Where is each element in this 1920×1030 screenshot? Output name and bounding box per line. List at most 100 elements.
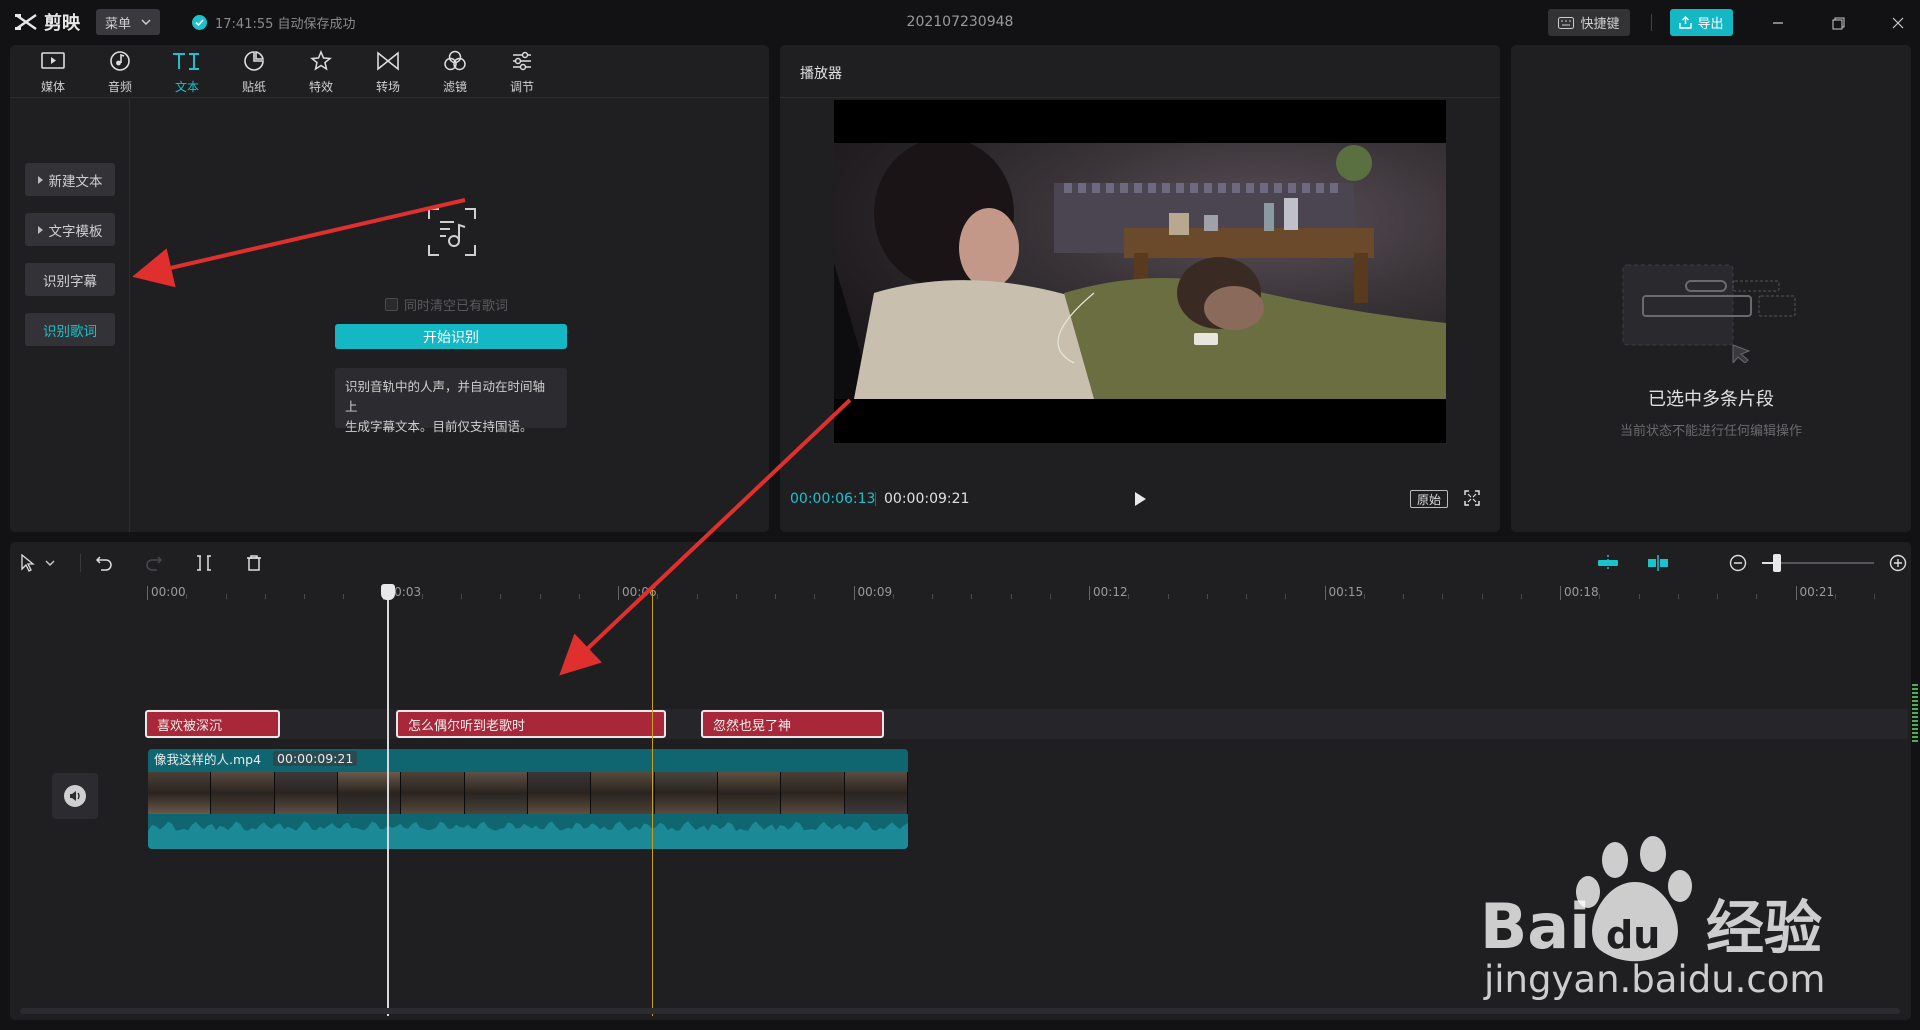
tab-filter[interactable]: 滤镜 [430, 49, 480, 97]
redo-icon [146, 556, 163, 571]
close-button[interactable] [1887, 12, 1909, 34]
subnav-item-text-template[interactable]: 文字模板 [25, 213, 115, 246]
linkage-icon [1648, 555, 1668, 571]
watermark-url: jingyan.baidu.com [1483, 958, 1825, 1000]
playhead-handle[interactable] [381, 584, 395, 600]
ruler-minor-tick [578, 594, 580, 599]
video-clip-duration: 00:00:09:21 [273, 750, 358, 766]
chevron-down-icon [141, 19, 151, 25]
ruler-minor-tick [1717, 594, 1718, 599]
title-bar: 剪映 菜单 17:41:55 自动保存成功 202107230948 快捷键 导… [0, 0, 1920, 44]
minimize-button[interactable] [1767, 12, 1789, 34]
ruler-major-tick [1560, 586, 1561, 600]
shortcut-label: 快捷键 [1580, 17, 1620, 32]
video-thumbnail [781, 772, 845, 814]
close-icon [1892, 17, 1904, 29]
tab-effects[interactable]: 特效 [296, 49, 346, 97]
redo-button[interactable] [143, 552, 165, 574]
start-recognize-button[interactable]: 开始识别 [335, 324, 567, 349]
maximize-button[interactable] [1827, 12, 1849, 34]
tab-adjust-label: 调节 [509, 80, 534, 94]
subnav-item-label: 文字模板 [48, 223, 103, 240]
ruler-minor-tick [539, 594, 541, 599]
text-clip[interactable]: 喜欢被深沉 [145, 710, 280, 738]
ruler-minor-tick [500, 594, 502, 599]
text-clip[interactable]: 怎么偶尔听到老歌时 [396, 710, 666, 738]
video-thumbnail [401, 772, 465, 814]
current-time: 00:00:06:13 [790, 491, 876, 507]
audio-waveform [148, 821, 908, 849]
shortcut-button[interactable]: 快捷键 [1548, 9, 1630, 36]
ruler-major-tick [1795, 586, 1797, 600]
ruler-minor-tick [343, 594, 345, 599]
ruler-minor-tick [1167, 594, 1169, 599]
snap-icon [1598, 555, 1618, 571]
linkage-button[interactable] [1647, 552, 1669, 574]
tab-transition-label: 转场 [375, 80, 400, 94]
subnav-item-new-text[interactable]: 新建文本 [25, 163, 115, 196]
ruler-minor-tick [1128, 594, 1130, 599]
play-icon[interactable] [1132, 491, 1148, 507]
playhead-line[interactable] [387, 586, 389, 1016]
player-header: 播放器 [780, 45, 1500, 98]
ruler-minor-tick [264, 594, 266, 599]
video-thumbnail [717, 772, 782, 814]
undo-button[interactable] [93, 552, 115, 574]
select-tool-button[interactable] [18, 552, 58, 574]
total-time: 00:00:09:21 [884, 491, 970, 507]
caret-right-icon [37, 225, 43, 234]
tab-audio[interactable]: 音频 [95, 49, 145, 97]
menu-button[interactable]: 菜单 [96, 9, 160, 35]
video-preview[interactable] [834, 100, 1446, 443]
ruler-minor-tick [1442, 594, 1444, 599]
tab-sticker[interactable]: 贴纸 [229, 49, 279, 97]
export-button[interactable]: 导出 [1670, 9, 1733, 36]
tab-sticker-label: 贴纸 [241, 80, 266, 94]
fullscreen-icon[interactable] [1464, 490, 1480, 506]
baidu-jingyan-watermark: Bai du 经验 jingyan.baidu.com [1480, 836, 1825, 1000]
clear-existing-lyrics-option[interactable]: 同时清空已有歌词 [385, 295, 508, 314]
ruler-minor-tick [1246, 594, 1247, 599]
delete-button[interactable] [243, 552, 265, 574]
autosave-text: 17:41:55 自动保存成功 [215, 17, 356, 32]
watermark-brand-du: du [1606, 913, 1660, 957]
subnav-item-label: 识别字幕 [43, 273, 97, 290]
tab-media[interactable]: 媒体 [28, 49, 78, 97]
ruler-minor-tick [735, 594, 737, 599]
info-line: 识别音轨中的人声，并自动在时间轴上 [345, 379, 546, 414]
time-ruler[interactable]: 00:00 00:03 00:06 00:09 00:12 00:15 00:18 00:21 [10, 582, 1911, 604]
tab-audio-label: 音频 [107, 80, 132, 94]
tab-adjust[interactable]: 调节 [497, 49, 547, 97]
ruler-minor-tick [892, 594, 894, 599]
text-subnav: 新建文本 文字模板 识别字幕 识别歌词 [10, 99, 130, 532]
split-button[interactable] [193, 552, 215, 574]
zoom-slider-handle[interactable] [1773, 554, 1781, 572]
subnav-item-recognize-subtitles[interactable]: 识别字幕 [25, 263, 115, 296]
subnav-item-recognize-lyrics[interactable]: 识别歌词 [25, 313, 115, 346]
timeline-toolbar [10, 542, 1911, 582]
timeline-scrollbar[interactable] [20, 1008, 1900, 1014]
checkbox-icon[interactable] [385, 298, 398, 311]
split-icon [197, 555, 211, 571]
magnet-snap-button[interactable] [1597, 552, 1619, 574]
player-panel: 播放器 00:00:06:13 00:00:09:21 原始 [780, 45, 1500, 532]
export-icon [1679, 16, 1693, 29]
video-clip-name: 像我这样的人.mp4 [154, 751, 262, 767]
tab-transition[interactable]: 转场 [363, 49, 413, 97]
mute-track-button[interactable] [52, 773, 98, 819]
jianying-app-window: 剪映 菜单 17:41:55 自动保存成功 202107230948 快捷键 导… [0, 0, 1920, 1030]
ruler-minor-tick [225, 594, 227, 599]
text-clip[interactable]: 忽然也晃了神 [701, 710, 884, 738]
video-clip[interactable]: 像我这样的人.mp4 00:00:09:21 [148, 749, 908, 849]
video-thumbnail [148, 772, 212, 814]
ruler-minor-tick [932, 594, 933, 599]
zoom-in-button[interactable] [1887, 552, 1909, 574]
undo-icon [95, 556, 112, 571]
zoom-out-button[interactable] [1727, 552, 1749, 574]
tab-text[interactable]: 文本 [162, 49, 212, 97]
cursor-icon [21, 554, 55, 572]
watermark-brand-cn: 经验 [1706, 894, 1822, 962]
restore-icon [1832, 17, 1844, 29]
autosave-status: 17:41:55 自动保存成功 [192, 13, 356, 32]
aspect-ratio-button[interactable]: 原始 [1410, 490, 1448, 508]
